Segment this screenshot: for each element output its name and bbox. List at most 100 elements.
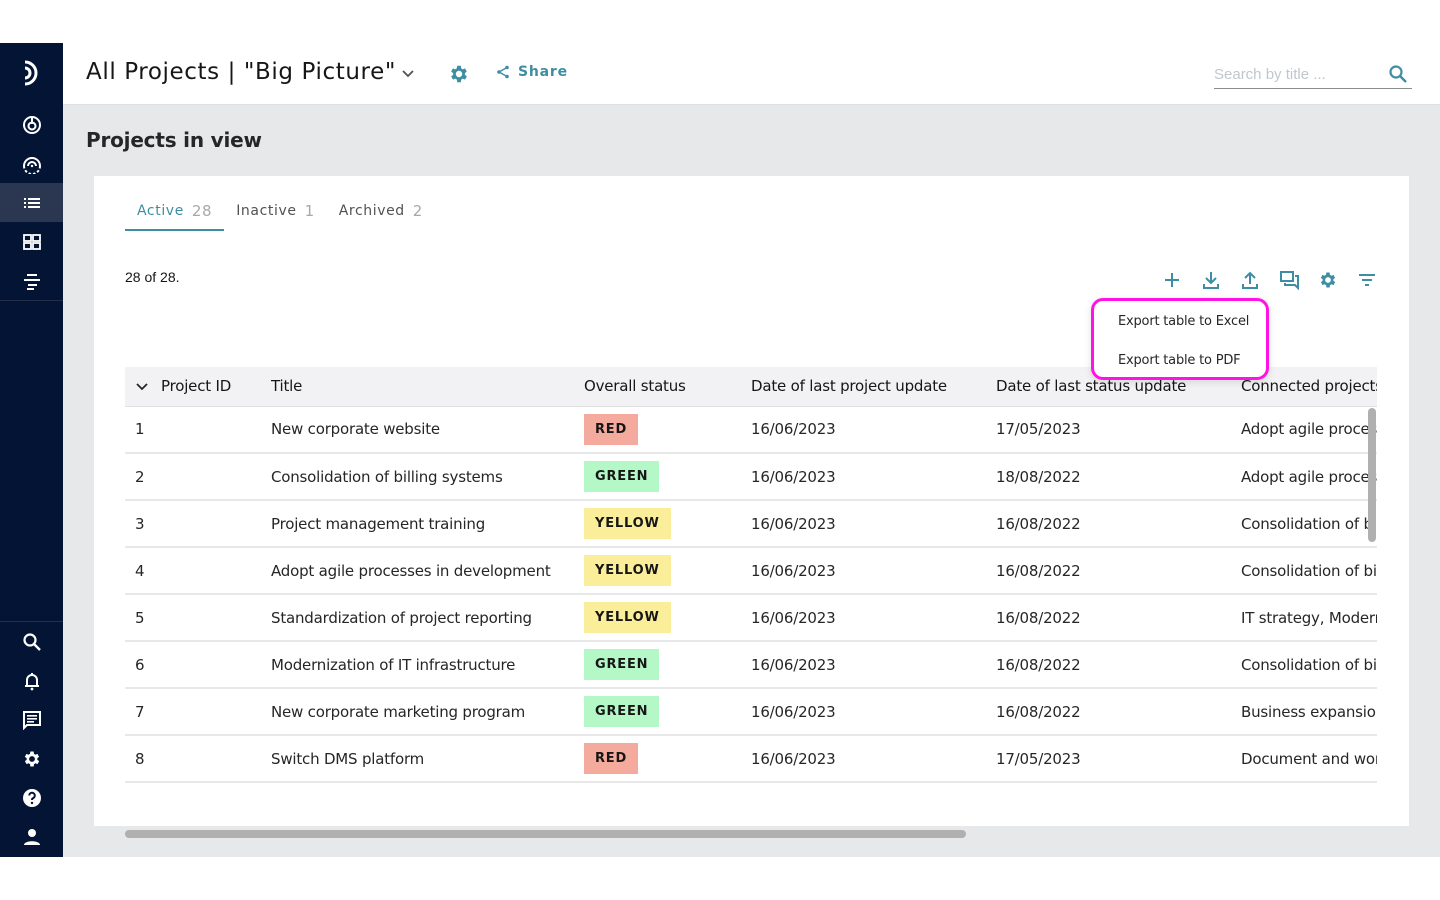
cell-project-id: 7 xyxy=(125,688,261,736)
table-body: 1 New corporate website RED 16/06/2023 17/05… xyxy=(125,406,1377,791)
upload-icon xyxy=(1241,271,1258,289)
cell-last-status-update: 16/08/2022 xyxy=(986,641,1231,689)
column-header-overall-status[interactable]: Overall status xyxy=(574,367,741,407)
cell-title: Standardization of project reporting xyxy=(261,594,574,642)
tab-inactive[interactable]: Inactive 1 xyxy=(224,198,327,231)
table-row[interactable]: 9CRM implementation GREEN 16/06/202316/08/… xyxy=(125,782,1377,791)
comment-icon xyxy=(22,710,41,730)
add-project-button[interactable] xyxy=(1152,266,1191,294)
table-row[interactable]: 8 Switch DMS platform RED 16/06/2023 17/05/2… xyxy=(125,735,1377,783)
status-badge: GREEN xyxy=(584,649,660,680)
tab-label: Active xyxy=(137,203,184,219)
sidebar-item-dashboard[interactable] xyxy=(0,105,63,144)
cell-last-project-update: 16/06/2023 xyxy=(741,500,986,548)
section-title: Projects in view xyxy=(86,128,262,152)
cell-last-project-update: 16/06/2023 xyxy=(741,453,986,501)
export-pdf-menu-item[interactable]: Export table to PDF xyxy=(1118,353,1241,368)
cell-last-status-update: 16/08/2022 xyxy=(986,500,1231,548)
chevron-down-icon[interactable] xyxy=(400,65,416,81)
app-root: All Projects | "Big Picture" Share P xyxy=(0,43,1440,857)
cell-title: Switch DMS platform xyxy=(261,735,574,783)
cell-connected-projects: Adopt agile processes xyxy=(1231,406,1377,454)
cell-connected-projects: Consolidation of billing xyxy=(1231,547,1377,595)
cell-title: CRM implementation xyxy=(261,782,574,791)
sidebar-item-search[interactable] xyxy=(0,622,63,661)
cell-connected-projects: Business expansion xyxy=(1231,688,1377,736)
table-row[interactable]: 5 Standardization of project reporting YEL… xyxy=(125,594,1377,642)
page-title: All Projects | "Big Picture" xyxy=(86,59,397,85)
sidebar-item-profile[interactable] xyxy=(0,817,63,856)
cell-title: New corporate marketing program xyxy=(261,688,574,736)
search-input[interactable] xyxy=(1214,61,1384,87)
search-icon xyxy=(22,632,41,651)
filter-button[interactable] xyxy=(1347,266,1386,294)
sidebar-item-notifications[interactable] xyxy=(0,661,63,700)
sidebar-item-settings[interactable] xyxy=(0,739,63,778)
cell-last-status-update: 16/08/2022 xyxy=(986,782,1231,791)
chevron-down-icon[interactable] xyxy=(135,379,149,393)
list-icon xyxy=(23,197,40,208)
share-button[interactable]: Share xyxy=(496,64,568,80)
export-excel-menu-item[interactable]: Export table to Excel xyxy=(1118,314,1249,329)
sidebar-item-list[interactable] xyxy=(0,183,63,222)
column-header-last-project-update[interactable]: Date of last project update xyxy=(741,367,986,407)
cell-last-project-update: 16/06/2023 xyxy=(741,641,986,689)
share-label: Share xyxy=(518,64,568,80)
export-menu: Export table to Excel Export table to PD… xyxy=(1091,298,1269,380)
table-row[interactable]: 6 Modernization of IT infrastructure GREEN… xyxy=(125,641,1377,689)
logo-icon xyxy=(24,60,37,86)
cell-title: Project management training xyxy=(261,500,574,548)
sidebar-item-grid[interactable] xyxy=(0,222,63,261)
table-row[interactable]: 7 New corporate marketing program GREEN 16/… xyxy=(125,688,1377,736)
search-icon[interactable] xyxy=(1388,64,1408,84)
cell-project-id: 2 xyxy=(125,453,261,501)
status-badge: GREEN xyxy=(584,461,660,492)
table-row[interactable]: 4 Adopt agile processes in development YEL… xyxy=(125,547,1377,595)
view-settings-gear-icon[interactable] xyxy=(448,63,470,85)
table-row[interactable]: 2 Consolidation of billing systems GREEN 16… xyxy=(125,453,1377,501)
gantt-icon xyxy=(23,273,40,290)
user-icon xyxy=(23,828,40,845)
cell-title: Adopt agile processes in development xyxy=(261,547,574,595)
status-badge: GREEN xyxy=(584,696,660,727)
search-field xyxy=(1214,61,1412,89)
share-icon xyxy=(497,65,509,79)
table-row[interactable]: 3 Project management training YELLOW 16/06/… xyxy=(125,500,1377,548)
sidebar-item-radar[interactable] xyxy=(0,144,63,183)
column-label: Project ID xyxy=(161,377,232,396)
cell-last-project-update: 16/06/2023 xyxy=(741,594,986,642)
tab-active[interactable]: Active 28 xyxy=(125,198,225,231)
cell-last-status-update: 16/08/2022 xyxy=(986,547,1231,595)
cell-status: GREEN xyxy=(574,688,741,736)
download-icon xyxy=(1202,272,1219,289)
record-count: 28 of 28. xyxy=(125,269,180,285)
comments-button[interactable] xyxy=(1269,266,1308,294)
column-header-project-id[interactable]: Project ID xyxy=(125,367,261,407)
cell-status: RED xyxy=(574,735,741,783)
status-tabs: Active 28 Inactive 1 Archived 2 xyxy=(125,198,435,231)
table-settings-button[interactable] xyxy=(1308,266,1347,294)
header: All Projects | "Big Picture" Share xyxy=(63,43,1440,104)
export-button[interactable] xyxy=(1191,266,1230,294)
cell-connected-projects: Adopt agile processes xyxy=(1231,453,1377,501)
sidebar-item-roadmap[interactable] xyxy=(0,261,63,300)
tab-archived[interactable]: Archived 2 xyxy=(327,198,435,231)
sidebar-item-help[interactable] xyxy=(0,778,63,817)
import-button[interactable] xyxy=(1230,266,1269,294)
bell-icon xyxy=(24,672,39,690)
cell-last-project-update: 16/06/2023 xyxy=(741,735,986,783)
tab-count: 28 xyxy=(191,202,213,220)
vertical-scrollbar[interactable] xyxy=(1368,408,1376,542)
column-header-title[interactable]: Title xyxy=(261,367,574,407)
filter-icon xyxy=(1358,274,1375,286)
tab-count: 1 xyxy=(304,202,315,220)
horizontal-scrollbar[interactable] xyxy=(125,830,966,838)
table-row[interactable]: 1 New corporate website RED 16/06/2023 17/05… xyxy=(125,406,1377,454)
cell-connected-projects: Consolidation of billing xyxy=(1231,641,1377,689)
grid-icon xyxy=(22,233,41,250)
sidebar-item-messages[interactable] xyxy=(0,700,63,739)
logo[interactable] xyxy=(0,43,63,103)
sidebar-divider xyxy=(0,300,63,301)
tab-count: 2 xyxy=(412,202,423,220)
cell-last-project-update: 16/06/2023 xyxy=(741,688,986,736)
